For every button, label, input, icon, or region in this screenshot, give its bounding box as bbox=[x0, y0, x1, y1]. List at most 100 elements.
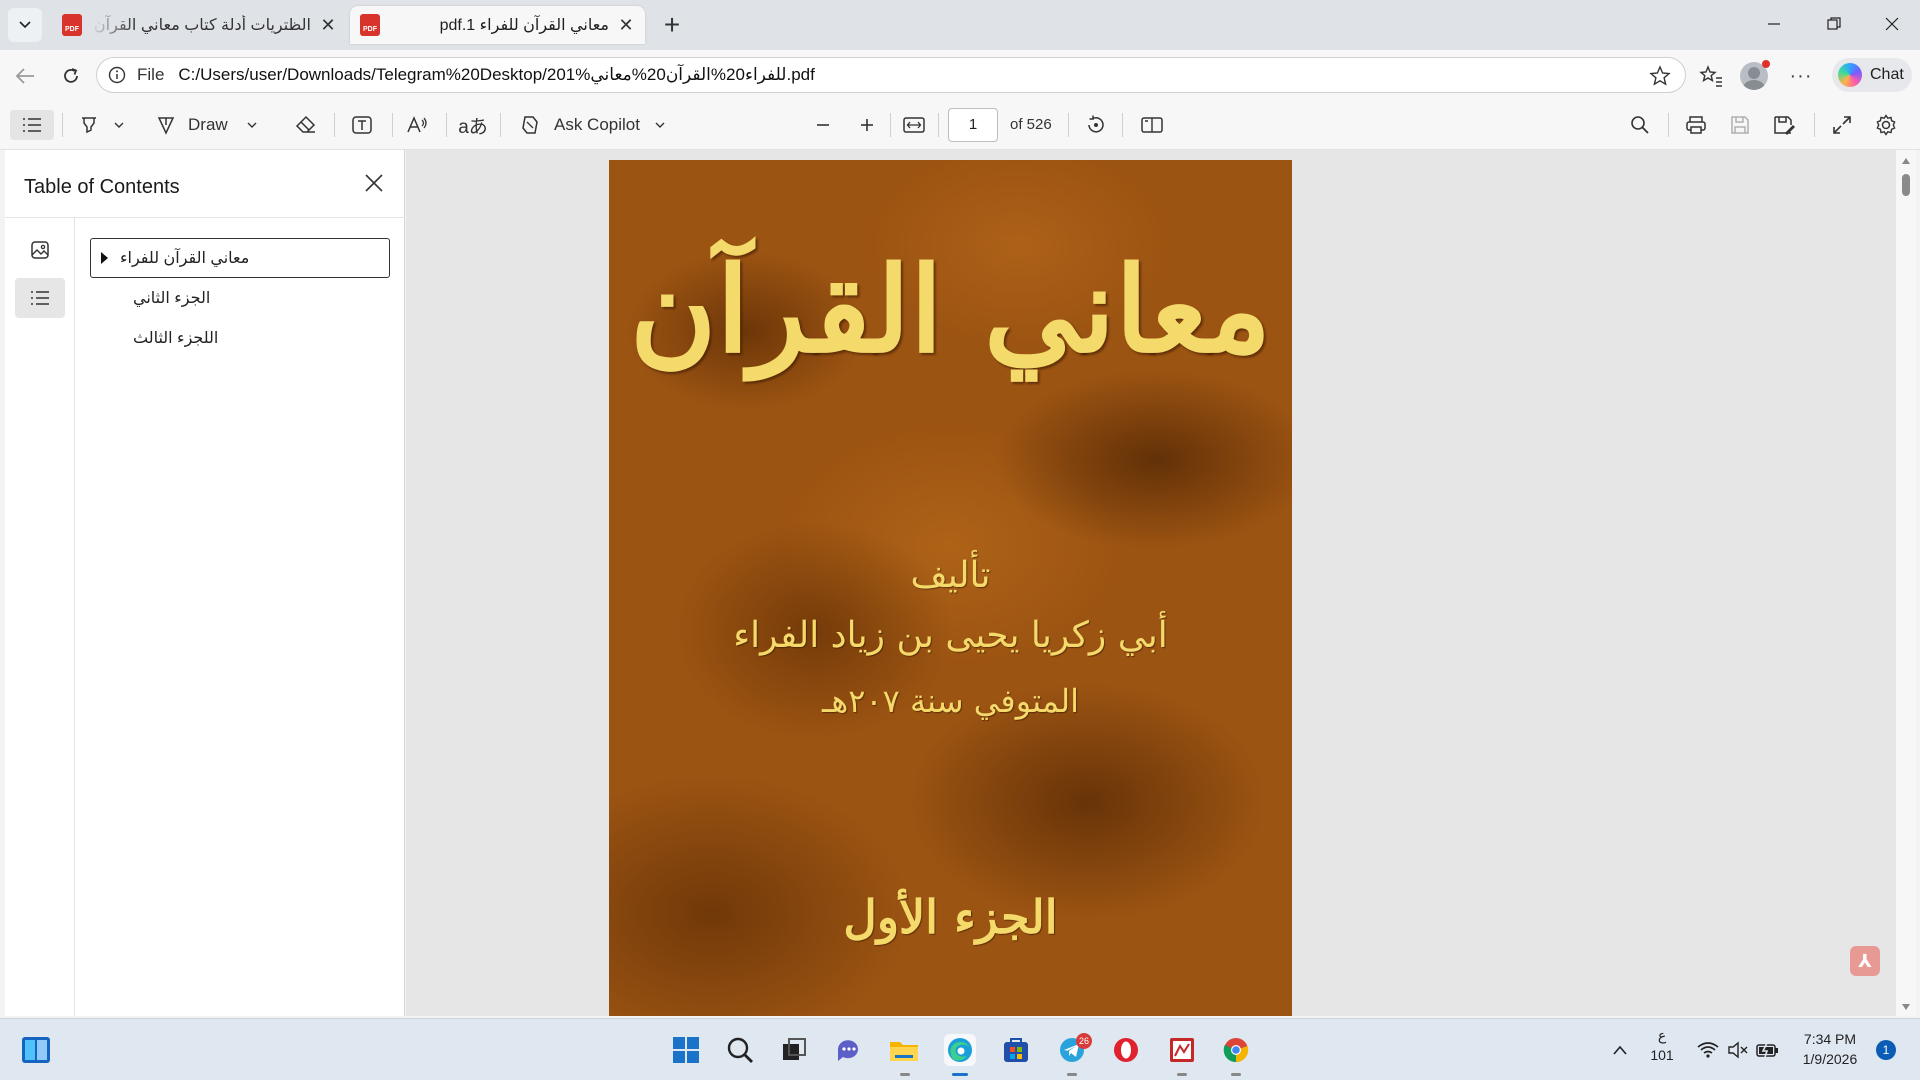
opera-button[interactable] bbox=[1110, 1034, 1142, 1066]
close-tab-icon[interactable]: ✕ bbox=[319, 15, 337, 36]
erase-button[interactable] bbox=[292, 110, 320, 140]
start-button[interactable] bbox=[670, 1034, 702, 1066]
close-tab-icon[interactable]: ✕ bbox=[617, 15, 635, 36]
find-button[interactable] bbox=[1626, 110, 1654, 140]
minimize-button[interactable] bbox=[1762, 12, 1786, 36]
vertical-scrollbar[interactable] bbox=[1896, 150, 1916, 1016]
page-view-button[interactable] bbox=[1138, 110, 1166, 140]
copilot-icon bbox=[1838, 63, 1862, 87]
edge-button[interactable] bbox=[944, 1034, 976, 1066]
taskbar-search-button[interactable] bbox=[724, 1034, 756, 1066]
refresh-button[interactable] bbox=[58, 63, 84, 89]
info-icon[interactable] bbox=[107, 65, 127, 85]
print-icon bbox=[1686, 116, 1706, 134]
ask-copilot-button[interactable]: Ask Copilot bbox=[518, 110, 674, 140]
telegram-unread-badge: 26 bbox=[1076, 1033, 1092, 1049]
tab-actions-button[interactable] bbox=[8, 8, 42, 42]
back-button[interactable] bbox=[12, 63, 38, 89]
favorite-star-icon[interactable] bbox=[1649, 65, 1671, 92]
pen-icon bbox=[157, 117, 175, 135]
translate-button[interactable]: aあ bbox=[458, 110, 488, 140]
chat-label: Chat bbox=[1870, 66, 1904, 83]
chevron-down-icon bbox=[655, 122, 665, 128]
input-language-bottom[interactable]: 101 bbox=[1648, 1047, 1676, 1063]
battery-button[interactable] bbox=[1752, 1034, 1784, 1066]
rotate-button[interactable] bbox=[1082, 110, 1110, 140]
tab-title: الظتريات أدلة كتاب معاني القرآن للفراء bbox=[90, 17, 311, 34]
acrobat-icon[interactable]: ⅄ bbox=[1850, 946, 1880, 976]
more-menu-button[interactable]: ··· bbox=[1788, 63, 1814, 89]
chevron-up-icon bbox=[1613, 1045, 1627, 1055]
tab-strip: PDF الظتريات أدلة كتاب معاني القرآن للفر… bbox=[0, 0, 1920, 50]
copilot-chat-button[interactable]: Chat bbox=[1832, 58, 1912, 92]
search-icon bbox=[727, 1037, 753, 1063]
toc-item-part-two[interactable]: الجزء الثاني bbox=[90, 278, 390, 318]
chrome-button[interactable] bbox=[1220, 1034, 1252, 1066]
favorites-button[interactable] bbox=[1698, 63, 1724, 89]
url-field[interactable]: File C:/Users/user/Downloads/Telegram%20… bbox=[96, 57, 1686, 93]
clock-date[interactable]: 1/9/2026 bbox=[1796, 1051, 1864, 1067]
file-explorer-button[interactable] bbox=[888, 1034, 920, 1066]
search-icon bbox=[1631, 116, 1649, 134]
chat-icon bbox=[838, 1040, 858, 1061]
highlighter-icon bbox=[82, 117, 96, 134]
cover-title: معاني القرآن bbox=[629, 240, 1272, 379]
task-view-button[interactable] bbox=[778, 1034, 810, 1066]
print-button[interactable] bbox=[1682, 110, 1710, 140]
save-as-button[interactable] bbox=[1770, 110, 1798, 140]
notification-badge[interactable]: 1 bbox=[1876, 1040, 1896, 1060]
thumbnails-tab[interactable] bbox=[15, 230, 65, 270]
volume-button[interactable] bbox=[1722, 1034, 1754, 1066]
widgets-button[interactable] bbox=[20, 1034, 52, 1066]
more-dots-icon: ··· bbox=[1789, 65, 1813, 87]
start-icon bbox=[673, 1037, 699, 1063]
store-button[interactable] bbox=[1000, 1034, 1032, 1066]
back-arrow-icon bbox=[15, 68, 34, 84]
url-scheme-label: File bbox=[137, 65, 165, 84]
pdf-app-button[interactable] bbox=[1166, 1034, 1198, 1066]
toc-item-part-three[interactable]: اللجزء الثالث bbox=[90, 318, 390, 358]
pdf-icon: PDF bbox=[62, 14, 82, 36]
cover-author-label: تأليف bbox=[910, 555, 991, 596]
draw-button[interactable]: Draw bbox=[156, 110, 274, 140]
contents-tab[interactable] bbox=[15, 278, 65, 318]
show-hidden-icons-button[interactable] bbox=[1604, 1034, 1636, 1066]
restore-button[interactable] bbox=[1822, 12, 1846, 36]
new-tab-button[interactable]: + bbox=[658, 11, 686, 40]
cover-author: أبي زكريا يحيى بن زياد الفراء bbox=[733, 615, 1168, 656]
scroll-up-icon[interactable] bbox=[1902, 158, 1910, 164]
highlight-button[interactable] bbox=[74, 110, 130, 140]
close-window-button[interactable] bbox=[1880, 12, 1904, 36]
pdf-settings-button[interactable] bbox=[1872, 110, 1900, 140]
fit-width-button[interactable] bbox=[900, 110, 928, 140]
running-indicator bbox=[1231, 1073, 1241, 1076]
image-icon bbox=[31, 241, 49, 259]
save-button[interactable] bbox=[1726, 110, 1754, 140]
zoom-in-button[interactable] bbox=[854, 110, 880, 140]
active-indicator bbox=[952, 1073, 968, 1076]
page-number-input[interactable]: 1 bbox=[948, 108, 998, 142]
fullscreen-button[interactable] bbox=[1828, 110, 1856, 140]
scroll-thumb[interactable] bbox=[1902, 174, 1910, 196]
scroll-down-icon[interactable] bbox=[1902, 1004, 1910, 1010]
tab-inactive[interactable]: PDF الظتريات أدلة كتاب معاني القرآن للفر… bbox=[52, 6, 347, 44]
expand-icon bbox=[1833, 116, 1851, 134]
read-aloud-button[interactable] bbox=[404, 110, 432, 140]
input-language-top[interactable]: ع bbox=[1648, 1027, 1676, 1044]
pdf-document-view[interactable]: معاني القرآن تأليف أبي زكريا يحيى بن زيا… bbox=[406, 150, 1900, 1016]
tab-active[interactable]: PDF معاني القرآن للفراء 1.pdf ✕ bbox=[350, 6, 645, 44]
battery-charging-icon bbox=[1756, 1042, 1778, 1058]
expand-caret-icon[interactable] bbox=[101, 252, 108, 264]
ask-copilot-label: Ask Copilot bbox=[554, 115, 640, 134]
chat-app-button[interactable] bbox=[832, 1034, 864, 1066]
toc-item-label: معاني القرآن للفراء bbox=[120, 250, 250, 267]
toc-item-main[interactable]: معاني القرآن للفراء bbox=[90, 238, 390, 278]
zoom-out-button[interactable] bbox=[810, 110, 836, 140]
wifi-button[interactable] bbox=[1692, 1034, 1724, 1066]
close-toc-button[interactable] bbox=[359, 168, 389, 198]
text-box-button[interactable] bbox=[348, 110, 376, 140]
taskbar: 26 ع 101 7:34 PM 1/9/2026 bbox=[0, 1018, 1920, 1080]
clock-time[interactable]: 7:34 PM bbox=[1796, 1031, 1864, 1047]
eraser-icon bbox=[295, 115, 316, 133]
toc-toggle-button[interactable] bbox=[10, 110, 54, 140]
